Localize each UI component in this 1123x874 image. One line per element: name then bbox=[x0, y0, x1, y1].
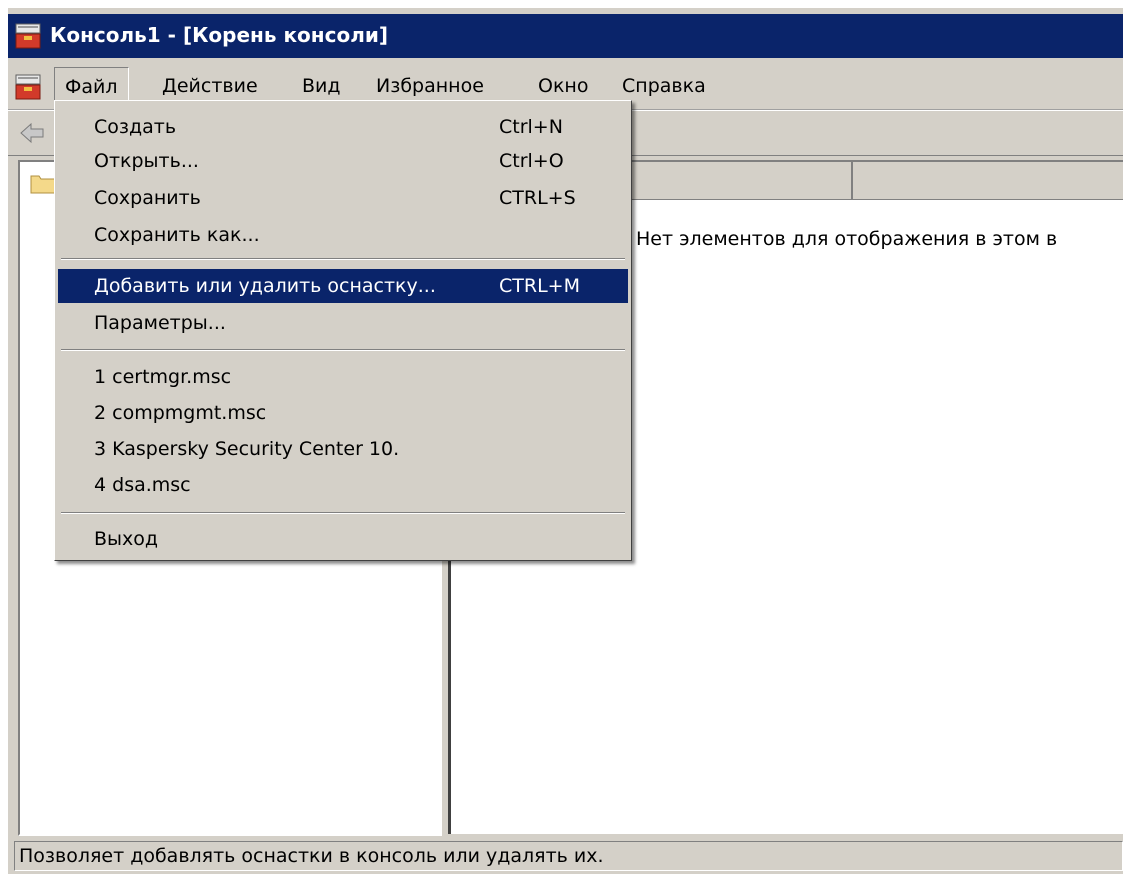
menu-item-shortcut: CTRL+S bbox=[499, 187, 576, 209]
menu-item-shortcut: CTRL+M bbox=[499, 275, 580, 297]
menu-item-label: 3 Kaspersky Security Center 10. bbox=[94, 438, 400, 460]
menu-item-label: Открыть... bbox=[94, 150, 199, 172]
menu-separator bbox=[61, 258, 625, 260]
menu-item-label: Параметры... bbox=[94, 312, 226, 334]
menu-item-recent-1[interactable]: 1 certmgr.msc bbox=[58, 360, 628, 394]
menu-item-label: Создать bbox=[94, 116, 177, 138]
menu-item-recent-2[interactable]: 2 compmgmt.msc bbox=[58, 396, 628, 430]
menu-item-open[interactable]: Открыть... Ctrl+O bbox=[58, 144, 628, 178]
file-menu-dropdown: Создать Ctrl+N Открыть... Ctrl+O Сохрани… bbox=[54, 100, 632, 561]
menu-item-recent-3[interactable]: 3 Kaspersky Security Center 10. bbox=[58, 432, 628, 466]
mmc-toolbox-icon[interactable] bbox=[14, 73, 42, 101]
menu-item-label: 4 dsa.msc bbox=[94, 474, 191, 496]
status-bar: Позволяет добавлять оснастки в консоль и… bbox=[8, 838, 1123, 874]
menu-item-exit[interactable]: Выход bbox=[58, 522, 628, 556]
menu-item-label: Сохранить как... bbox=[94, 224, 260, 246]
menu-separator bbox=[61, 349, 625, 351]
menu-item-label: Добавить или удалить оснастку... bbox=[94, 275, 436, 297]
column-header-description[interactable] bbox=[853, 162, 1123, 200]
menu-item-label: Выход bbox=[94, 528, 159, 550]
menu-item-label: 2 compmgmt.msc bbox=[94, 402, 267, 424]
menu-item-label: Сохранить bbox=[94, 187, 201, 209]
menu-item-options[interactable]: Параметры... bbox=[58, 306, 628, 340]
menu-item-shortcut: Ctrl+O bbox=[499, 150, 564, 172]
menu-item-save-as[interactable]: Сохранить как... bbox=[58, 218, 628, 252]
menu-item-new[interactable]: Создать Ctrl+N bbox=[58, 110, 628, 144]
menu-item-shortcut: Ctrl+N bbox=[499, 116, 563, 138]
menu-item-label: 1 certmgr.msc bbox=[94, 366, 232, 388]
empty-list-message: Нет элементов для отображения в этом в bbox=[636, 228, 1058, 250]
menu-separator bbox=[61, 512, 625, 514]
title-bar[interactable]: Консоль1 - [Корень консоли] bbox=[8, 14, 1123, 58]
mmc-toolbox-icon bbox=[15, 23, 41, 49]
window-title: Консоль1 - [Корень консоли] bbox=[50, 23, 389, 47]
folder-icon bbox=[30, 175, 56, 194]
back-arrow-icon[interactable] bbox=[18, 120, 46, 146]
menu-item-add-remove-snapin[interactable]: Добавить или удалить оснастку... CTRL+M bbox=[58, 269, 628, 303]
menu-item-save[interactable]: Сохранить CTRL+S bbox=[58, 181, 628, 215]
status-text: Позволяет добавлять оснастки в консоль и… bbox=[14, 841, 1123, 871]
menu-item-recent-4[interactable]: 4 dsa.msc bbox=[58, 468, 628, 502]
